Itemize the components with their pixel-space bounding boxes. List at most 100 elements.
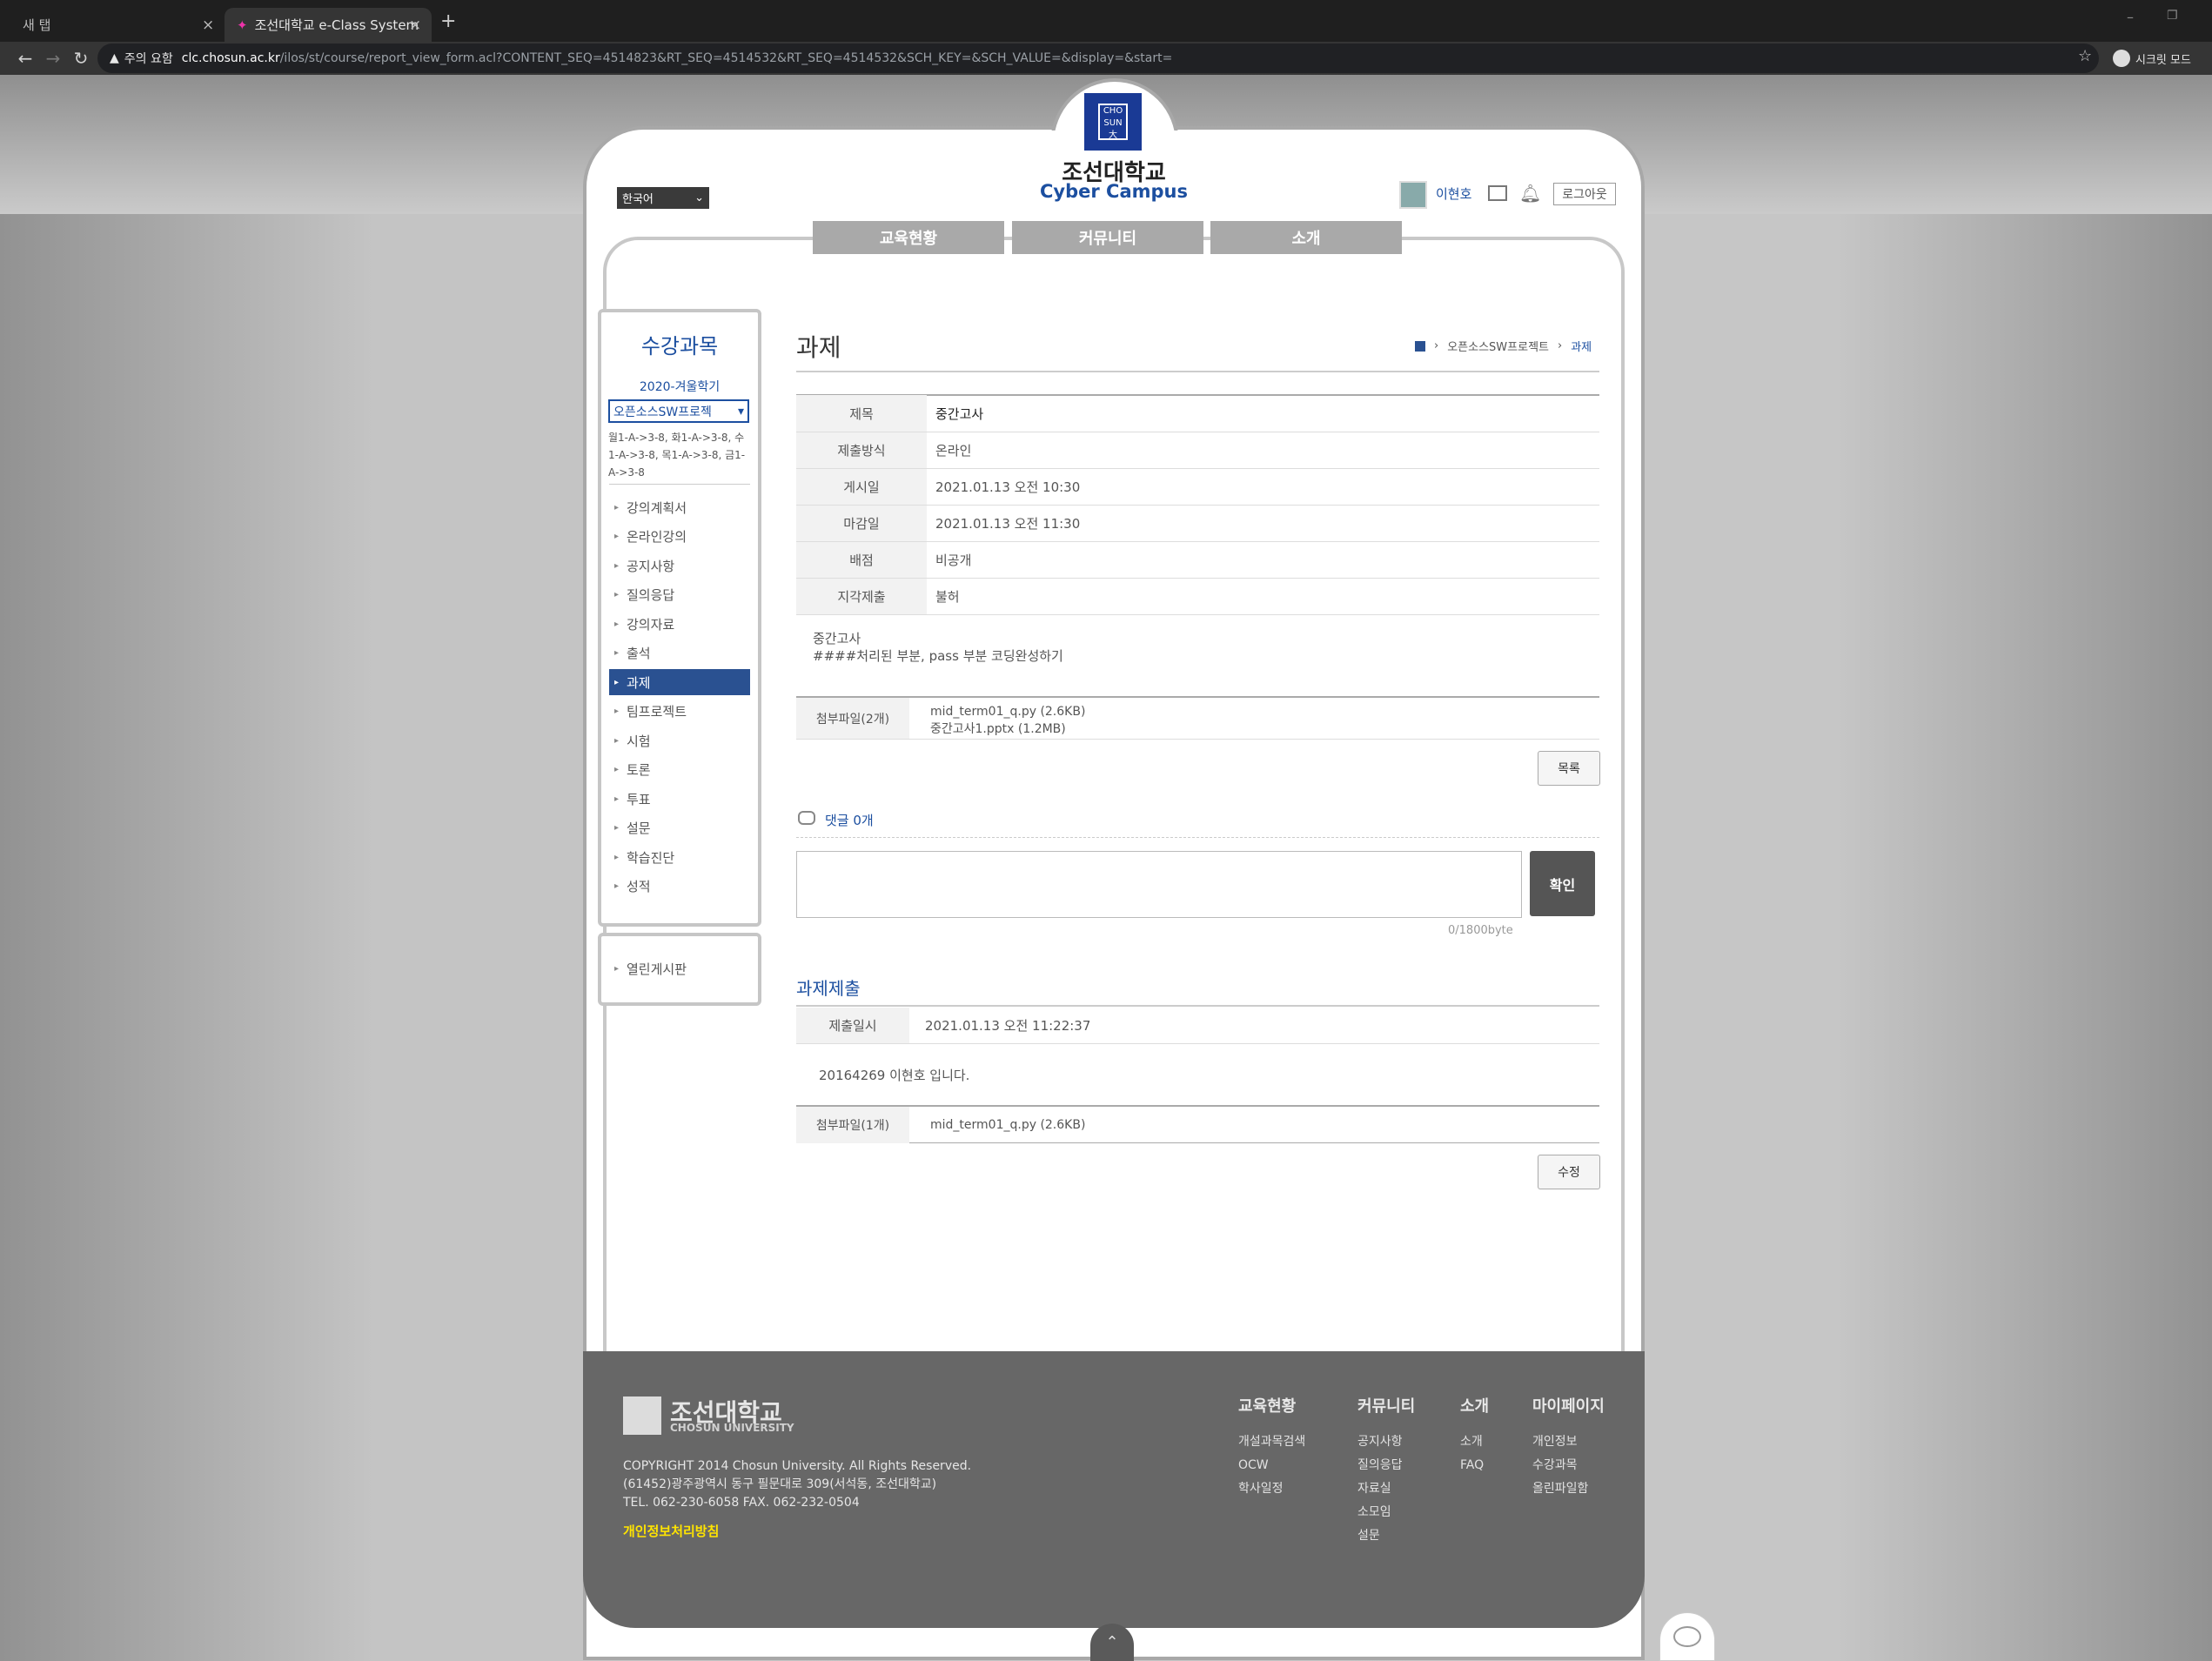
semester-label: 2020-겨울학기: [639, 380, 721, 394]
footer-link[interactable]: 공지사항: [1357, 1430, 1415, 1454]
chevron-right-icon: ›: [1558, 339, 1563, 352]
sidebar-item-discussion[interactable]: 토론: [609, 756, 750, 782]
chevron-right-icon: ›: [1434, 339, 1439, 352]
warning-icon: ▲: [110, 51, 119, 65]
new-tab-icon[interactable]: +: [440, 10, 456, 32]
comment-byte-counter: 0/1800byte: [1448, 924, 1513, 937]
minimize-icon[interactable]: –: [2127, 9, 2134, 25]
sidebar-item-notice[interactable]: 공지사항: [609, 553, 750, 579]
footer-link[interactable]: OCW: [1238, 1454, 1305, 1477]
chat-button[interactable]: [1659, 1612, 1715, 1661]
comment-submit-button[interactable]: 확인: [1530, 851, 1595, 916]
footer-emblem: [623, 1396, 661, 1435]
gnb-about[interactable]: 소개: [1210, 221, 1402, 254]
incognito-indicator[interactable]: 시크릿 모드: [2113, 44, 2200, 73]
footer-link[interactable]: 올린파일함: [1532, 1477, 1605, 1501]
sidebar-item-qna[interactable]: 질의응답: [609, 581, 750, 607]
description-line: 중간고사: [813, 631, 861, 646]
browser-tab-new[interactable]: 새 탭 ×: [0, 8, 222, 42]
footer-col-title: 소개: [1460, 1397, 1490, 1416]
sidebar-item-team-project[interactable]: 팀프로젝트: [609, 698, 750, 724]
close-icon[interactable]: ×: [202, 17, 214, 34]
footer-link[interactable]: 개인정보: [1532, 1430, 1605, 1454]
sidebar-item-assignment[interactable]: 과제: [609, 669, 750, 695]
sidebar-item-survey[interactable]: 설문: [609, 814, 750, 841]
language-select[interactable]: 한국어 ⌄: [617, 187, 709, 209]
url-host: clc.chosun.ac.kr: [181, 51, 280, 65]
site-logo-subtitle[interactable]: Cyber Campus: [1027, 181, 1201, 202]
footer-col-about: 소개 소개 FAQ: [1460, 1394, 1489, 1477]
course-select[interactable]: 오픈소스SW프로젝 ▾: [608, 399, 749, 423]
footer-link[interactable]: 자료실: [1357, 1477, 1415, 1501]
avatar[interactable]: [1399, 181, 1427, 209]
chat-icon: [1673, 1626, 1701, 1647]
privacy-policy-link[interactable]: 개인정보처리방침: [623, 1522, 719, 1540]
comment-icon: [798, 811, 815, 825]
sidebar-item-grades[interactable]: 성적: [609, 873, 750, 899]
sidebar-item-exam[interactable]: 시험: [609, 727, 750, 753]
tab-title: 새 탭: [23, 17, 51, 33]
browser-tab-active[interactable]: ✦ 조선대학교 e-Class System ×: [225, 8, 432, 42]
row-value: 2021.01.13 오전 10:30: [935, 479, 1081, 495]
attachment-link[interactable]: 중간고사1.pptx (1.2MB): [930, 720, 1085, 738]
address-text: (61452)광주광역시 동구 필문대로 309(서석동, 조선대학교): [623, 1477, 937, 1491]
footer-col-education: 교육현황 개설과목검색 OCW 학사일정: [1238, 1394, 1305, 1501]
comment-textarea[interactable]: [796, 851, 1522, 918]
sidebar-item-online-lecture[interactable]: 온라인강의: [609, 523, 750, 549]
table-row: 배점 비공개: [796, 542, 1599, 579]
footer-link[interactable]: 수강과목: [1532, 1454, 1605, 1477]
bell-icon[interactable]: 🔔︎: [1519, 183, 1541, 204]
forward-icon[interactable]: →: [38, 42, 68, 75]
footer-logo-subtitle: CHOSUN UNIVERSITY: [670, 1422, 794, 1434]
submission-title: 과제제출: [796, 978, 861, 999]
footer-link[interactable]: 학사일정: [1238, 1477, 1305, 1501]
footer-col-title: 커뮤니티: [1357, 1397, 1416, 1416]
scroll-top-button[interactable]: ⌃: [1090, 1624, 1134, 1661]
logout-button[interactable]: 로그아웃: [1553, 183, 1616, 205]
footer-link[interactable]: FAQ: [1460, 1454, 1489, 1477]
row-label: 게시일: [843, 479, 880, 495]
comment-count-label[interactable]: 댓글 0개: [825, 811, 874, 829]
sidebar-item-materials[interactable]: 강의자료: [609, 611, 750, 637]
footer-link[interactable]: 설문: [1357, 1524, 1415, 1548]
sidebar-item-open-board[interactable]: 열린게시판: [609, 955, 750, 981]
list-button[interactable]: 목록: [1538, 751, 1600, 786]
home-icon[interactable]: [1415, 340, 1425, 352]
restore-icon[interactable]: ❐: [2167, 9, 2178, 23]
row-label: 지각제출: [837, 589, 886, 605]
close-icon[interactable]: ×: [409, 17, 421, 34]
mail-icon[interactable]: [1488, 185, 1507, 201]
gnb-education[interactable]: 교육현황: [813, 221, 1004, 254]
footer-link[interactable]: 소개: [1460, 1430, 1489, 1454]
breadcrumb: › 오픈소스SW프로젝트 › 과제: [1415, 338, 1592, 354]
url-field[interactable]: ▲ 주의 요함 clc.chosun.ac.kr /ilos/st/course…: [97, 44, 2099, 73]
reload-icon[interactable]: ↻: [66, 42, 96, 75]
attachment-list: mid_term01_q.py (2.6KB) 중간고사1.pptx (1.2M…: [909, 698, 1085, 739]
user-name[interactable]: 이현호: [1436, 184, 1471, 203]
gnb-community[interactable]: 커뮤니티: [1012, 221, 1203, 254]
footer-col-mypage: 마이페이지 개인정보 수강과목 올린파일함: [1532, 1394, 1605, 1501]
row-value: 2021.01.13 오전 11:30: [935, 516, 1081, 532]
breadcrumb-course[interactable]: 오픈소스SW프로젝트: [1447, 338, 1549, 354]
table-row: 제출방식 온라인: [796, 432, 1599, 469]
back-icon[interactable]: ←: [10, 42, 40, 75]
star-icon[interactable]: ☆: [2078, 47, 2092, 65]
footer-link[interactable]: 개설과목검색: [1238, 1430, 1305, 1454]
row-value: 비공개: [935, 553, 972, 568]
incognito-icon: [2113, 50, 2130, 67]
attachment-row: 첨부파일(2개) mid_term01_q.py (2.6KB) 중간고사1.p…: [796, 696, 1599, 740]
sidebar-item-syllabus[interactable]: 강의계획서: [609, 494, 750, 520]
footer-link[interactable]: 질의응답: [1357, 1454, 1415, 1477]
attachment-link[interactable]: mid_term01_q.py (2.6KB): [930, 703, 1085, 720]
footer-link[interactable]: 소모임: [1357, 1501, 1415, 1524]
page-title: 과제: [796, 333, 841, 362]
row-value: 온라인: [935, 443, 972, 459]
edit-button[interactable]: 수정: [1538, 1155, 1600, 1189]
university-emblem[interactable]: CHO SUN 大: [1084, 93, 1142, 151]
sidebar-item-vote[interactable]: 투표: [609, 786, 750, 812]
attachment-link[interactable]: mid_term01_q.py (2.6KB): [909, 1118, 1085, 1132]
submission-date: 2021.01.13 오전 11:22:37: [925, 1018, 1091, 1034]
sidebar-item-diagnosis[interactable]: 학습진단: [609, 844, 750, 870]
sidebar-item-attendance[interactable]: 출석: [609, 640, 750, 666]
title-divider: [796, 371, 1599, 372]
